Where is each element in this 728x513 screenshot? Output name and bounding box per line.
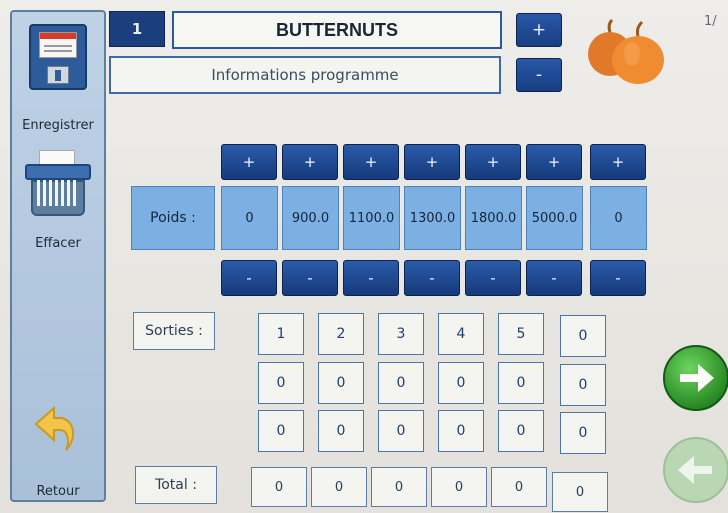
- poids-value-5[interactable]: 1800.0: [465, 186, 522, 250]
- sortie-cell[interactable]: 1: [258, 313, 304, 355]
- sortie-cell[interactable]: 0: [438, 410, 484, 452]
- program-prev-button[interactable]: -: [516, 58, 562, 92]
- page-indicator: 1/: [704, 14, 717, 29]
- poids-increase-button-7[interactable]: +: [590, 144, 646, 180]
- floppy-disk-icon: [29, 24, 87, 90]
- sortie-cell[interactable]: 0: [378, 362, 424, 404]
- total-cell: 0: [552, 472, 608, 512]
- poids-increase-button-2[interactable]: +: [282, 144, 338, 180]
- total-cell: 0: [251, 467, 307, 507]
- total-cell: 0: [431, 467, 487, 507]
- sortie-cell[interactable]: 3: [378, 313, 424, 355]
- onion-product-image: [588, 18, 664, 84]
- program-number[interactable]: 1: [109, 11, 165, 47]
- program-info-field[interactable]: Informations programme: [109, 56, 501, 94]
- sortie-cell[interactable]: 0: [438, 362, 484, 404]
- back-button[interactable]: Retour: [12, 400, 104, 499]
- total-cell: 0: [371, 467, 427, 507]
- poids-value-3[interactable]: 1100.0: [343, 186, 400, 250]
- poids-value-7[interactable]: 0: [590, 186, 647, 250]
- return-arrow-icon: [34, 405, 74, 451]
- sorties-label: Sorties :: [133, 312, 215, 350]
- poids-value-1[interactable]: 0: [221, 186, 278, 250]
- sortie-cell[interactable]: 0: [258, 362, 304, 404]
- poids-decrease-button-5[interactable]: -: [465, 260, 521, 296]
- sortie-cell[interactable]: 0: [318, 362, 364, 404]
- arrow-right-icon[interactable]: [662, 344, 728, 412]
- back-label: Retour: [36, 484, 80, 499]
- sortie-cell[interactable]: 0: [560, 315, 606, 357]
- poids-increase-button-4[interactable]: +: [404, 144, 460, 180]
- poids-value-2[interactable]: 900.0: [282, 186, 339, 250]
- poids-decrease-button-2[interactable]: -: [282, 260, 338, 296]
- shredder-icon: [23, 150, 93, 218]
- total-label: Total :: [135, 466, 217, 504]
- sortie-cell[interactable]: 0: [560, 412, 606, 454]
- arrow-left-icon[interactable]: [662, 436, 728, 504]
- poids-decrease-button-3[interactable]: -: [343, 260, 399, 296]
- sidebar: Enregistrer Effacer Retour: [10, 10, 106, 502]
- sortie-cell[interactable]: 4: [438, 313, 484, 355]
- poids-value-4[interactable]: 1300.0: [404, 186, 461, 250]
- sortie-cell[interactable]: 0: [258, 410, 304, 452]
- sortie-cell[interactable]: 2: [318, 313, 364, 355]
- program-next-button[interactable]: +: [516, 13, 562, 47]
- poids-decrease-button-4[interactable]: -: [404, 260, 460, 296]
- program-name[interactable]: BUTTERNUTS: [172, 11, 502, 49]
- sortie-cell[interactable]: 0: [378, 410, 424, 452]
- poids-decrease-button-7[interactable]: -: [590, 260, 646, 296]
- poids-increase-button-3[interactable]: +: [343, 144, 399, 180]
- poids-decrease-button-6[interactable]: -: [526, 260, 582, 296]
- sortie-cell[interactable]: 0: [498, 362, 544, 404]
- poids-increase-button-1[interactable]: +: [221, 144, 277, 180]
- sortie-cell[interactable]: 0: [318, 410, 364, 452]
- poids-increase-button-5[interactable]: +: [465, 144, 521, 180]
- sortie-cell[interactable]: 5: [498, 313, 544, 355]
- total-cell: 0: [491, 467, 547, 507]
- save-button[interactable]: Enregistrer: [12, 24, 104, 133]
- screen: Enregistrer Effacer Retour 1 BUTTERNUTS …: [0, 0, 728, 513]
- poids-increase-button-6[interactable]: +: [526, 144, 582, 180]
- poids-decrease-button-1[interactable]: -: [221, 260, 277, 296]
- sortie-cell[interactable]: 0: [498, 410, 544, 452]
- clear-button[interactable]: Effacer: [12, 150, 104, 251]
- save-label: Enregistrer: [22, 118, 94, 133]
- poids-value-6[interactable]: 5000.0: [526, 186, 583, 250]
- total-cell: 0: [311, 467, 367, 507]
- sortie-cell[interactable]: 0: [560, 364, 606, 406]
- clear-label: Effacer: [35, 236, 81, 251]
- poids-label: Poids :: [131, 186, 215, 250]
